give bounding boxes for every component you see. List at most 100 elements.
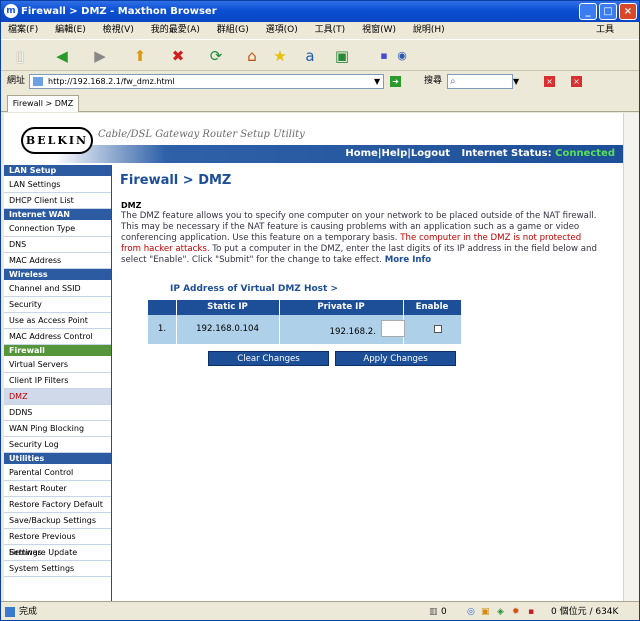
plugin-icon[interactable]: ✹ [512, 602, 520, 620]
menu-view[interactable]: 檢視(V) [96, 22, 141, 39]
section-label: DMZ [121, 201, 142, 210]
menu-edit[interactable]: 編輯(E) [48, 22, 93, 39]
private-ip-last-octet-input[interactable] [381, 320, 405, 337]
sidebar-item-save-backup-settings[interactable]: Save/Backup Settings [4, 513, 111, 529]
compass-icon[interactable]: ◉ [391, 45, 413, 67]
belkin-logo: BELKIN [21, 127, 93, 154]
sidebar-item-wan-ping-blocking[interactable]: WAN Ping Blocking [4, 421, 111, 437]
header-private-ip: Private IP [317, 302, 365, 312]
nav-bar: Home|Help|Logout Internet Status: Connec… [4, 145, 623, 163]
sidebar-item-system-settings[interactable]: System Settings [4, 561, 111, 577]
sidebar-item-mac-address[interactable]: MAC Address [4, 253, 111, 269]
main-panel: Firewall > DMZ DMZ The DMZ feature allow… [120, 165, 616, 601]
apply-changes-button[interactable]: Apply Changes [335, 351, 456, 366]
security-icon[interactable]: ◈ [497, 602, 504, 620]
search-icon: ⌕ [450, 76, 456, 87]
close-all-icon[interactable]: × [571, 76, 582, 87]
screenshot-icon[interactable]: ▣ [331, 45, 353, 67]
sync-icon[interactable]: ◎ [467, 602, 475, 620]
sidebar-item-security[interactable]: Security [4, 297, 111, 313]
menu-options[interactable]: 選項(O) [259, 22, 305, 39]
up-folder-icon[interactable]: ⬆ [129, 45, 151, 67]
forward-icon[interactable]: ▶ [89, 45, 111, 67]
sidebar-item-parental-control[interactable]: Parental Control [4, 465, 111, 481]
refresh-icon[interactable]: ⟳ [205, 45, 227, 67]
sidebar-item-client-ip-filters[interactable]: Client IP Filters [4, 373, 111, 389]
header-tagline: Cable/DSL Gateway Router Setup Utility [98, 129, 305, 140]
sidebar-item-use-as-access-point[interactable]: Use as Access Point [4, 313, 111, 329]
dmz-description: The DMZ feature allows you to specify on… [121, 211, 601, 266]
vertical-scrollbar[interactable] [623, 113, 639, 601]
close-tab-icon[interactable]: × [544, 76, 555, 87]
menu-favorites[interactable]: 我的最愛(A) [144, 22, 207, 39]
menu-window[interactable]: 視窗(W) [355, 22, 403, 39]
logout-link[interactable]: Logout [411, 148, 450, 159]
download-stats: 0 個位元 / 634K [551, 607, 619, 617]
page-status-icon [5, 607, 15, 617]
internet-status-label: Internet Status: [461, 148, 552, 159]
sidebar-section-firewall: Firewall [4, 345, 111, 357]
popup-icon[interactable]: ▣ [481, 602, 490, 620]
sidebar-item-restart-router[interactable]: Restart Router [4, 481, 111, 497]
text-size-icon[interactable]: a [299, 45, 321, 67]
home-icon[interactable]: ⌂ [241, 45, 263, 67]
url-text: http://192.168.2.1/fw_dmz.html [48, 77, 175, 86]
sidebar-item-dns[interactable]: DNS [4, 237, 111, 253]
sidebar-item-channel-and-ssid[interactable]: Channel and SSID [4, 281, 111, 297]
sidebar-item-security-log[interactable]: Security Log [4, 437, 111, 453]
sidebar-item-virtual-servers[interactable]: Virtual Servers [4, 357, 111, 373]
help-link[interactable]: Help [381, 148, 407, 159]
tab-firewall-dmz[interactable]: Firewall > DMZ [7, 95, 79, 112]
dmz-table: Static IP Private IP Enable 1. 192.168.0… [148, 300, 461, 344]
sidebar-item-ddns[interactable]: DDNS [4, 405, 111, 421]
title-bar: m Firewall > DMZ - Maxthon Browser _ □ × [1, 1, 639, 22]
sidebar-section-utilities: Utilities [4, 453, 111, 465]
clear-changes-button[interactable]: Clear Changes [208, 351, 329, 366]
sidebar-item-lan-settings[interactable]: LAN Settings [4, 177, 111, 193]
search-dropdown-icon[interactable]: ▼ [513, 71, 519, 92]
home-link[interactable]: Home [345, 148, 377, 159]
trash-icon[interactable]: ▥ [429, 602, 438, 620]
favorites-star-icon[interactable]: ★ [269, 45, 291, 67]
new-page-icon[interactable]: ▯ [9, 45, 31, 67]
minimize-button[interactable]: _ [579, 3, 597, 20]
sidebar-item-restore-factory-default[interactable]: Restore Factory Default [4, 497, 111, 513]
search-input[interactable]: ⌕ [447, 74, 513, 89]
header-static-ip: Static IP [207, 302, 248, 312]
sidebar-item-dmz[interactable]: DMZ [4, 389, 111, 405]
closed-tabs-count: 0 [441, 607, 447, 617]
internet-status-value: Connected [555, 148, 615, 159]
menu-help[interactable]: 說明(H) [406, 22, 452, 39]
enable-checkbox[interactable] [434, 325, 442, 333]
page-icon [33, 77, 43, 86]
stop-icon[interactable]: ✖ [167, 45, 189, 67]
menu-file[interactable]: 檔案(F) [1, 22, 45, 39]
menu-groups[interactable]: 群組(G) [210, 22, 256, 39]
sidebar-item-connection-type[interactable]: Connection Type [4, 221, 111, 237]
status-bar: 完成 ▥ 0 ◎ ▣ ◈ ✹ ▪ 0 個位元 / 634K [1, 601, 639, 620]
window-title: Firewall > DMZ - Maxthon Browser [21, 6, 217, 17]
more-info-link[interactable]: More Info [385, 255, 431, 265]
sidebar-item-restore-previous-settings[interactable]: Restore Previous Settings [4, 529, 111, 557]
close-button[interactable]: × [619, 3, 637, 20]
back-icon[interactable]: ◀ [51, 45, 73, 67]
table-heading: IP Address of Virtual DMZ Host > [170, 284, 339, 294]
sidebar-item-firmware-update[interactable]: Firmware Update [4, 545, 111, 561]
maximize-button[interactable]: □ [599, 3, 617, 20]
menu-tools-right[interactable]: 工具 [589, 22, 621, 39]
go-icon[interactable]: ➜ [390, 76, 401, 87]
menu-tools[interactable]: 工具(T) [308, 22, 353, 39]
flash-icon[interactable]: ▪ [528, 602, 534, 620]
sidebar-item-dhcp-client-list[interactable]: DHCP Client List [4, 193, 111, 209]
status-text: 完成 [19, 607, 38, 617]
header-enable: Enable [415, 302, 449, 312]
page-content: Home|Help|Logout Internet Status: Connec… [4, 113, 623, 601]
url-input[interactable]: http://192.168.2.1/fw_dmz.html [29, 74, 384, 89]
page-title: Firewall > DMZ [120, 173, 232, 188]
sidebar-section-internet-wan: Internet WAN [4, 209, 111, 221]
address-label: 網址 [7, 76, 26, 86]
sidebar-section-wireless: Wireless [4, 269, 111, 281]
url-dropdown-icon[interactable]: ▼ [374, 71, 380, 92]
sidebar-item-mac-address-control[interactable]: MAC Address Control [4, 329, 111, 345]
static-ip-value: 192.168.0.104 [196, 324, 259, 334]
